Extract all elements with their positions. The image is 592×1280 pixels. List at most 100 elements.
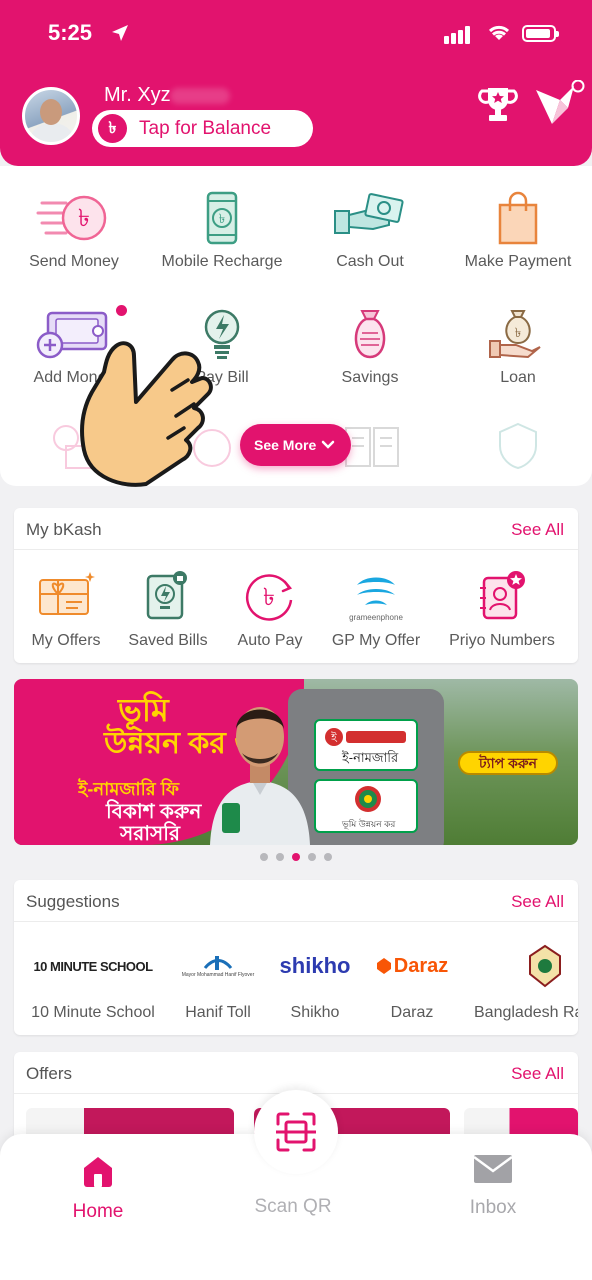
make-payment-label: Make Payment (464, 253, 572, 270)
status-bar: 5:25 (48, 20, 559, 50)
gp-my-offer-button[interactable]: grameenphone GP My Offer (324, 566, 428, 650)
suggestions-card: Suggestions See All 10 MINUTE SCHOOL 10 … (14, 880, 578, 1035)
nav-inbox-label: Inbox (469, 1197, 517, 1218)
see-more-label: See More (254, 437, 317, 453)
carousel-dot[interactable] (260, 853, 268, 861)
pointing-hand-icon (80, 341, 213, 487)
bangladesh-railway-logo-icon (529, 944, 561, 988)
10-minute-school-logo: 10 MINUTE SCHOOL (33, 958, 153, 974)
location-arrow-icon (112, 25, 128, 41)
daraz-logo-icon (376, 958, 391, 974)
carousel-dot[interactable] (276, 853, 284, 861)
carousel-dot-active[interactable] (292, 853, 300, 861)
banner-tap-button[interactable]: ট্যাপ করুন (458, 751, 558, 775)
bkash-bird-icon[interactable] (534, 80, 586, 126)
my-offers-label: My Offers (31, 632, 101, 649)
banner-card1-text: ই-নামজারি (342, 750, 399, 765)
banner-person-graphic (210, 707, 310, 845)
wifi-icon (488, 25, 510, 40)
my-offers-button[interactable]: My Offers (16, 566, 116, 650)
my-bkash-card: My bKash See All My Offers Saved Bills ৳… (14, 508, 578, 663)
redacted-name (170, 88, 230, 104)
my-bkash-see-all-link[interactable]: See All (511, 520, 564, 540)
cash-out-button[interactable]: Cash Out (296, 188, 444, 271)
shopping-bag-icon (498, 191, 538, 245)
savings-button[interactable]: Savings (296, 304, 444, 387)
saved-bills-button[interactable]: Saved Bills (120, 566, 216, 650)
suggestion-10-minute-school[interactable]: 10 MINUTE SCHOOL 10 Minute School (20, 938, 166, 1022)
nav-scan-label: Scan QR (254, 1196, 332, 1217)
e-namjari-logo-icon: ই (325, 728, 406, 746)
cash-out-label: Cash Out (336, 253, 404, 270)
gp-brand-text: grameenphone (349, 613, 403, 622)
loan-icon: ৳ (489, 310, 541, 359)
auto-pay-label: Auto Pay (237, 632, 303, 649)
hanif-flyover-logo-text: Mayor Mohammad Hanif Flyover (181, 972, 255, 978)
nav-home-label: Home (72, 1201, 124, 1222)
taka-icon: ৳ (98, 114, 127, 143)
promo-banner[interactable]: ভূমি উন্নয়ন কর ও ই-নামজারি ফি বিকাশ করু… (14, 679, 578, 845)
battery-icon (522, 25, 559, 42)
offers-see-all-link[interactable]: See All (511, 1064, 564, 1084)
faded-book-icon (345, 427, 399, 467)
mobile-recharge-button[interactable]: ৳ Mobile Recharge (148, 188, 296, 271)
gp-my-offer-label: GP My Offer (331, 632, 421, 649)
hanif-toll-label: Hanif Toll (185, 1004, 251, 1021)
government-seal-icon (355, 786, 381, 812)
notification-dot (116, 305, 127, 316)
nav-home[interactable]: Home (28, 1154, 168, 1223)
daraz-logo-text: Daraz (393, 954, 449, 977)
scan-qr-button[interactable] (254, 1090, 338, 1174)
saved-bills-icon (146, 571, 187, 620)
10-minute-school-label: 10 Minute School (31, 1004, 155, 1021)
suggestion-hanif-toll[interactable]: Mayor Mohammad Hanif Flyover Hanif Toll (174, 938, 262, 1022)
app-header: 5:25 Mr. Xyz ৳ Tap for Balance (0, 0, 592, 166)
svg-text:৳: ৳ (515, 326, 521, 341)
loan-button[interactable]: ৳ Loan (444, 304, 592, 387)
banner-card2-text: ভূমি উন্নয়ন কর (342, 819, 396, 829)
suggestions-title: Suggestions (26, 892, 120, 911)
banner-e-namjari-card: ই ই-নামজারি (314, 719, 418, 771)
carousel-dot[interactable] (324, 853, 332, 861)
send-money-button[interactable]: ৳ Send Money (0, 188, 148, 271)
avatar[interactable] (22, 87, 80, 145)
chevron-down-icon (321, 440, 335, 449)
suggestion-bangladesh-railway[interactable]: Bangladesh Ra (470, 938, 578, 1022)
suggestion-daraz[interactable]: Daraz Daraz (368, 938, 456, 1022)
cellular-signal-icon (444, 26, 470, 44)
shikho-label: Shikho (290, 1004, 340, 1021)
svg-text:৳: ৳ (263, 583, 275, 611)
saved-bills-label: Saved Bills (128, 632, 208, 649)
see-more-button[interactable]: See More (240, 424, 351, 466)
suggestions-header: Suggestions See All (14, 880, 578, 922)
tap-for-balance-button[interactable]: ৳ Tap for Balance (92, 110, 313, 147)
grameenphone-logo-icon (357, 577, 395, 605)
hanif-flyover-logo-icon (203, 956, 233, 970)
home-icon (84, 1157, 112, 1187)
user-name: Mr. Xyz (104, 84, 171, 106)
scan-qr-icon (276, 1112, 316, 1152)
status-time: 5:25 (48, 20, 93, 45)
auto-pay-button[interactable]: ৳ Auto Pay (224, 566, 316, 650)
offers-header: Offers See All (14, 1052, 578, 1094)
shikho-logo: shikho (279, 953, 351, 978)
banner-land-tax-card: ভূমি উন্নয়ন কর (314, 779, 418, 833)
nav-scan-qr[interactable]: Scan QR (223, 1188, 363, 1218)
gift-card-icon (39, 572, 95, 615)
priyo-numbers-label: Priyo Numbers (449, 632, 555, 649)
nav-inbox[interactable]: Inbox (423, 1154, 563, 1219)
bangladesh-railway-label: Bangladesh Ra (474, 1004, 578, 1021)
svg-text:৳: ৳ (219, 212, 225, 227)
carousel-dot[interactable] (308, 853, 316, 861)
mobile-recharge-label: Mobile Recharge (161, 253, 283, 270)
trophy-icon[interactable] (478, 84, 518, 124)
make-payment-button[interactable]: Make Payment (444, 188, 592, 271)
suggestion-shikho[interactable]: shikho Shikho (270, 938, 360, 1022)
priyo-numbers-button[interactable]: Priyo Numbers (444, 566, 560, 650)
suggestions-see-all-link[interactable]: See All (511, 892, 564, 912)
my-bkash-title: My bKash (26, 520, 102, 539)
send-money-icon: ৳ (36, 195, 107, 241)
my-bkash-header: My bKash See All (14, 508, 578, 550)
offers-title: Offers (26, 1064, 72, 1083)
inbox-envelope-icon (473, 1155, 513, 1183)
